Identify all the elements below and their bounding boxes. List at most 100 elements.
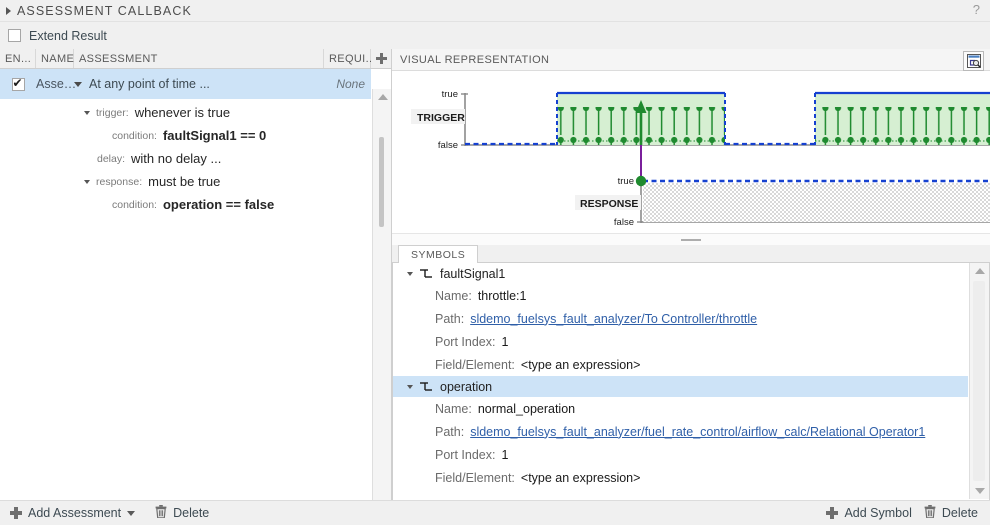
detail-key: condition:	[112, 130, 157, 142]
detail-key: response:	[96, 176, 142, 188]
delete-symbol-label: Delete	[942, 503, 978, 524]
detail-key: delay:	[97, 153, 125, 165]
symbol-group-faultsignal1[interactable]: faultSignal1	[393, 263, 968, 284]
extend-result-checkbox[interactable]	[8, 29, 21, 42]
add-symbol-button[interactable]: Add Symbol	[820, 503, 917, 524]
assessment-detail-tree: trigger: whenever is true condition: fau…	[0, 101, 371, 216]
triangle-down-icon[interactable]	[407, 385, 413, 389]
assessment-table-scrollbar[interactable]	[372, 89, 392, 500]
assessment-table-panel: EN... NAME ASSESSMENT REQUI... Asse… At …	[0, 49, 392, 500]
field-label: Port Index:	[435, 448, 495, 462]
field-label: Name:	[435, 289, 472, 303]
svg-text:false: false	[614, 217, 634, 228]
assessment-callback-window: ASSESSMENT CALLBACK ? Extend Result EN..…	[0, 0, 990, 525]
scrollbar-thumb[interactable]	[379, 137, 384, 227]
scroll-up-icon[interactable]	[373, 89, 392, 105]
column-header-assessment[interactable]: ASSESSMENT	[74, 49, 324, 68]
inspect-zoom-glyph	[967, 54, 981, 68]
svg-text:true: true	[618, 176, 634, 187]
symbol-field-field-element: Field/Element: <type an expression>	[393, 353, 968, 376]
symbol-field-port-index: Port Index: 1	[393, 443, 968, 466]
symbol-field-field-element: Field/Element: <type an expression>	[393, 466, 968, 489]
scroll-down-icon[interactable]	[970, 483, 990, 499]
svg-text:true: true	[442, 89, 458, 100]
field-value[interactable]: 1	[501, 448, 508, 462]
column-header-requirement[interactable]: REQUI...	[324, 49, 371, 68]
triangle-down-icon[interactable]	[407, 272, 413, 276]
triangle-down-icon[interactable]	[84, 111, 90, 115]
panel-splitter[interactable]	[392, 234, 990, 245]
plus-icon	[826, 507, 838, 519]
row-requirement-cell: None	[318, 77, 371, 91]
detail-value: operation == false	[163, 197, 274, 212]
inspect-zoom-icon[interactable]	[963, 51, 984, 71]
visual-and-symbols-panel: VISUAL REPRESENTATION	[392, 49, 990, 500]
detail-row-trigger-condition[interactable]: condition: faultSignal1 == 0	[0, 124, 371, 147]
add-assessment-label: Add Assessment	[28, 503, 121, 524]
symbol-field-name: Name: throttle:1	[393, 284, 968, 307]
column-header-name[interactable]: NAME	[36, 49, 74, 68]
detail-key: trigger:	[96, 107, 129, 119]
field-label: Name:	[435, 402, 472, 416]
plus-icon	[376, 53, 387, 64]
triangle-down-icon[interactable]	[74, 82, 82, 87]
detail-row-response-condition[interactable]: condition: operation == false	[0, 193, 371, 216]
field-value[interactable]: throttle:1	[478, 289, 527, 303]
table-row[interactable]: Asse… At any point of time ... None	[0, 69, 371, 99]
visual-representation-title: VISUAL REPRESENTATION	[400, 54, 549, 66]
detail-row-trigger[interactable]: trigger: whenever is true	[0, 101, 371, 124]
symbol-name: operation	[440, 380, 492, 394]
plus-icon	[10, 507, 22, 519]
scroll-up-icon[interactable]	[970, 263, 990, 279]
delete-assessment-button[interactable]: Delete	[149, 503, 215, 524]
field-value[interactable]: normal_operation	[478, 402, 575, 416]
field-label: Port Index:	[435, 335, 495, 349]
row-enabled-checkbox[interactable]	[12, 78, 25, 91]
trash-icon	[924, 505, 936, 521]
column-header-enabled[interactable]: EN...	[0, 49, 36, 68]
detail-row-response[interactable]: response: must be true	[0, 170, 371, 193]
field-label: Field/Element:	[435, 471, 515, 485]
field-value-placeholder[interactable]: <type an expression>	[521, 471, 641, 485]
detail-value: whenever is true	[135, 105, 230, 120]
triangle-right-icon[interactable]	[6, 7, 11, 15]
delete-assessment-label: Delete	[173, 503, 209, 524]
field-value-link[interactable]: sldemo_fuelsys_fault_analyzer/fuel_rate_…	[470, 425, 925, 439]
extend-result-label: Extend Result	[29, 29, 107, 43]
field-label: Path:	[435, 312, 464, 326]
chevron-down-icon[interactable]	[127, 511, 135, 516]
field-value[interactable]: 1	[501, 335, 508, 349]
window-titlebar: ASSESSMENT CALLBACK ?	[0, 0, 990, 22]
symbols-tabstrip: SYMBOLS	[392, 245, 990, 263]
symbol-group-operation[interactable]: operation	[393, 376, 968, 397]
detail-value: with no delay ...	[131, 151, 221, 166]
field-value-placeholder[interactable]: <type an expression>	[521, 358, 641, 372]
row-assessment-cell[interactable]: At any point of time ...	[74, 77, 318, 91]
trash-icon	[155, 505, 167, 521]
symbols-panel-body: faultSignal1 Name: throttle:1 Path: slde…	[392, 263, 990, 501]
symbols-tree: faultSignal1 Name: throttle:1 Path: slde…	[393, 263, 968, 489]
chart-svg: true false TRIGGER	[392, 71, 990, 234]
detail-key: condition:	[112, 199, 157, 211]
row-enabled-cell	[0, 78, 36, 91]
add-assessment-column-button[interactable]	[371, 49, 392, 68]
field-label: Field/Element:	[435, 358, 515, 372]
delete-symbol-button[interactable]: Delete	[918, 503, 984, 524]
symbol-name: faultSignal1	[440, 267, 505, 281]
extend-result-row: Extend Result	[0, 22, 990, 49]
scrollbar-thumb[interactable]	[973, 281, 985, 481]
signal-port-icon	[419, 381, 433, 392]
symbol-field-port-index: Port Index: 1	[393, 330, 968, 353]
field-value-link[interactable]: sldemo_fuelsys_fault_analyzer/To Control…	[470, 312, 757, 326]
row-assessment-text: At any point of time ...	[89, 77, 210, 91]
visual-representation-header: VISUAL REPRESENTATION	[392, 49, 990, 71]
detail-row-delay[interactable]: delay: with no delay ...	[0, 147, 371, 170]
add-assessment-button[interactable]: Add Assessment	[4, 503, 141, 524]
svg-text:TRIGGER: TRIGGER	[417, 112, 465, 124]
question-mark-icon[interactable]: ?	[973, 2, 980, 17]
triangle-down-icon[interactable]	[84, 180, 90, 184]
splitter-handle[interactable]	[681, 239, 701, 241]
trigger-response-chart: true false TRIGGER	[392, 71, 990, 234]
tab-symbols[interactable]: SYMBOLS	[398, 245, 478, 263]
symbols-scrollbar[interactable]	[969, 263, 989, 499]
